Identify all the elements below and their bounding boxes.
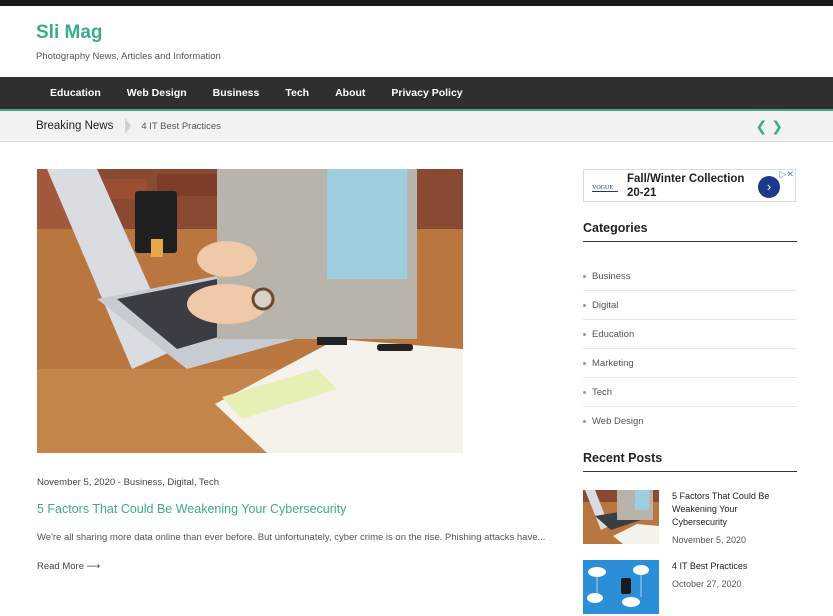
bullet-icon	[583, 390, 586, 394]
bullet-icon	[583, 420, 586, 423]
breaking-news-controls: ❮ ❯	[756, 117, 783, 135]
category-item-marketing[interactable]: Marketing	[583, 349, 797, 378]
recent-posts-widget-title: Recent Posts	[583, 451, 797, 472]
bullet-icon	[583, 303, 586, 307]
recent-post-thumbnail[interactable]	[583, 490, 659, 544]
cloud-network-thumbnail	[583, 560, 659, 614]
category-item-business[interactable]: Business	[583, 262, 797, 291]
breaking-news-label: Breaking News	[36, 120, 114, 132]
svg-text:VOGUE: VOGUE	[592, 185, 613, 191]
site-header: Sli Mag Photography News, Articles and I…	[0, 6, 833, 77]
categories-widget-title: Categories	[583, 221, 797, 242]
category-item-digital[interactable]: Digital	[583, 291, 797, 320]
recent-post-item[interactable]: 4 IT Best Practices October 27, 2020	[583, 560, 797, 614]
main-content: November 5, 2020 - Business, Digital, Te…	[0, 142, 833, 615]
vogue-logo-icon: VOGUE	[592, 185, 618, 192]
ad-banner[interactable]: VOGUE Fall/Winter Collection 20-21 › ▷✕	[583, 169, 796, 202]
recent-post-date: November 5, 2020	[672, 535, 747, 545]
category-item-education[interactable]: Education	[583, 320, 797, 349]
breaking-news-bar: Breaking News 4 IT Best Practices ❮ ❯	[0, 111, 833, 142]
categories-list: Business Digital Education Marketing Tec…	[583, 262, 797, 436]
nav-item-web-design[interactable]: Web Design	[127, 87, 187, 99]
featured-post-image[interactable]	[37, 169, 463, 453]
ad-line-2: 20-21	[627, 187, 657, 199]
chevron-right-icon[interactable]: ❯	[771, 117, 783, 135]
category-item-tech[interactable]: Tech	[583, 378, 797, 407]
chevron-left-icon[interactable]: ❮	[756, 117, 768, 135]
ad-text: Fall/Winter Collection 20-21	[627, 172, 744, 200]
breaking-chevron-icon	[125, 118, 132, 134]
recent-post-title[interactable]: 5 Factors That Could Be Weakening Your C…	[672, 490, 792, 529]
post-excerpt: We're all sharing more data online than …	[37, 532, 546, 543]
nav-item-about[interactable]: About	[335, 87, 365, 99]
breaking-news-headline[interactable]: 4 IT Best Practices	[141, 121, 221, 132]
read-more-link[interactable]: Read More ⟶	[37, 561, 100, 572]
recent-post-date: October 27, 2020	[672, 579, 742, 589]
post-title-link[interactable]: 5 Factors That Could Be Weakening Your C…	[37, 502, 346, 516]
nav-item-business[interactable]: Business	[213, 87, 260, 99]
post-meta: November 5, 2020 - Business, Digital, Te…	[37, 477, 219, 488]
ad-go-button[interactable]: ›	[758, 176, 780, 198]
nav-item-tech[interactable]: Tech	[285, 87, 309, 99]
site-title[interactable]: Sli Mag	[36, 22, 833, 44]
laptop-desk-photo	[37, 169, 463, 453]
recent-post-thumbnail[interactable]	[583, 560, 659, 614]
ad-line-1: Fall/Winter Collection	[627, 173, 745, 185]
bullet-icon	[583, 361, 586, 365]
recent-post-title[interactable]: 4 IT Best Practices	[672, 560, 792, 573]
main-nav: Education Web Design Business Tech About…	[0, 77, 833, 111]
recent-post-item[interactable]: 5 Factors That Could Be Weakening Your C…	[583, 490, 797, 545]
close-icon[interactable]: ▷✕	[780, 170, 794, 179]
nav-item-education[interactable]: Education	[50, 87, 101, 99]
bullet-icon	[583, 274, 586, 278]
nav-item-privacy-policy[interactable]: Privacy Policy	[391, 87, 462, 99]
laptop-desk-thumbnail	[583, 490, 659, 544]
site-tagline: Photography News, Articles and Informati…	[36, 51, 221, 62]
bullet-icon	[583, 332, 586, 336]
category-item-web-design[interactable]: Web Design	[583, 407, 797, 436]
